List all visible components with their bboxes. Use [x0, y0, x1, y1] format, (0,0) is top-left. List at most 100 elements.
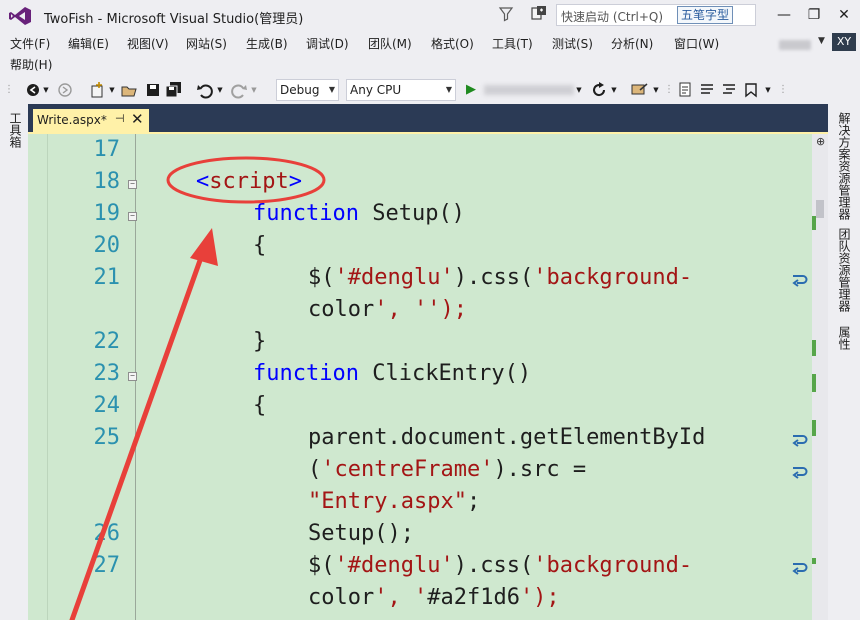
word-wrap-icon [792, 435, 808, 447]
start-target-label[interactable] [484, 85, 574, 95]
navigate-forward-icon[interactable] [56, 80, 74, 100]
menu-test[interactable]: 测试(S) [552, 35, 593, 52]
tab-write-aspx[interactable]: Write.aspx* ⊣ ✕ [33, 109, 149, 132]
toolbar-grip-icon[interactable]: ⋮ [664, 80, 674, 100]
code-line[interactable]: $('#denglu').css('background- [308, 262, 692, 294]
configuration-value: Debug [280, 83, 320, 97]
quick-launch-placeholder: 快速启动 (Ctrl+Q) [561, 10, 664, 24]
editor-frame: Write.aspx* ⊣ ✕ 17 18 19 20 21 22 23 24 … [28, 104, 828, 620]
line-number: 17 [93, 137, 121, 162]
menu-build[interactable]: 生成(B) [246, 35, 288, 52]
chevron-down-icon[interactable]: ▼ [575, 80, 583, 100]
code-line[interactable]: function Setup() [253, 198, 465, 230]
code-line[interactable]: } [253, 326, 266, 358]
code-line[interactable]: "Entry.aspx"; [308, 486, 480, 518]
undo-icon[interactable] [196, 80, 214, 100]
menu-file[interactable]: 文件(F) [10, 35, 50, 52]
line-number: 18 [93, 169, 121, 194]
menu-help[interactable]: 帮助(H) [10, 56, 52, 73]
menu-website[interactable]: 网站(S) [186, 35, 227, 52]
avatar[interactable]: XY [832, 33, 856, 51]
start-debugging-icon[interactable]: ▶ [464, 80, 478, 100]
change-marker [812, 420, 816, 436]
save-all-icon[interactable] [164, 80, 184, 100]
pin-icon[interactable]: ⊣ [115, 112, 125, 125]
code-line[interactable]: Setup(); [308, 518, 414, 550]
code-line[interactable]: { [253, 230, 266, 262]
bookmark-icon[interactable] [742, 80, 760, 100]
code-line[interactable]: color', '#a2f1d6'); [308, 582, 560, 614]
vertical-scrollbar[interactable]: ⊕ [812, 134, 828, 620]
chevron-down-icon[interactable]: ▼ [610, 80, 618, 100]
solution-explorer-tab[interactable]: 解决方案资源管理器 [836, 112, 853, 220]
solution-platform-select[interactable]: Any CPU ▼ [346, 79, 456, 101]
line-number: 25 [93, 425, 121, 450]
refresh-icon[interactable] [590, 80, 608, 100]
account-name[interactable] [779, 40, 811, 50]
scrollbar-thumb[interactable] [816, 200, 824, 218]
menu-analyze[interactable]: 分析(N) [611, 35, 653, 52]
browser-link-icon[interactable] [630, 80, 650, 100]
menu-view[interactable]: 视图(V) [127, 35, 169, 52]
chevron-down-icon[interactable]: ▼ [250, 80, 258, 100]
redo-icon[interactable] [230, 80, 248, 100]
line-number: 19 [93, 201, 121, 226]
quick-launch-input[interactable]: 快速启动 (Ctrl+Q) 五笔字型 [556, 4, 756, 26]
code-line[interactable]: parent.document.getElementById [308, 422, 705, 454]
menu-bar: 文件(F) 编辑(E) 视图(V) 网站(S) 生成(B) 调试(D) 团队(M… [0, 32, 860, 74]
line-number: 26 [93, 521, 121, 546]
line-number: 22 [93, 329, 121, 354]
open-file-icon[interactable] [120, 80, 138, 100]
menu-edit[interactable]: 编辑(E) [68, 35, 109, 52]
chevron-down-icon[interactable]: ▼ [764, 80, 772, 100]
chevron-down-icon[interactable]: ▼ [108, 80, 116, 100]
chevron-down-icon[interactable]: ▼ [42, 80, 50, 100]
new-project-icon[interactable] [88, 80, 106, 100]
save-icon[interactable] [144, 80, 162, 100]
indicator-margin[interactable] [28, 134, 48, 620]
left-tool-strip: 工具箱 [0, 104, 28, 620]
filter-icon[interactable] [498, 6, 514, 22]
menu-team[interactable]: 团队(M) [368, 35, 412, 52]
menu-tools[interactable]: 工具(T) [492, 35, 533, 52]
toolbox-tab[interactable]: 工具箱 [7, 112, 24, 148]
standard-toolbar: ⋮ ▼ ▼ ▼ ▼ Debug ▼ Any CPU ▼ ▶ ▼ ▼ ▼ ⋮ ▼ … [0, 76, 860, 104]
chevron-down-icon[interactable]: ▼ [652, 80, 660, 100]
menu-window[interactable]: 窗口(W) [674, 35, 719, 52]
change-marker [812, 558, 816, 564]
tab-label: Write.aspx* [37, 113, 107, 127]
visual-studio-logo-icon [9, 7, 31, 25]
minimize-button[interactable]: — [772, 4, 796, 26]
menu-format[interactable]: 格式(O) [431, 35, 474, 52]
menu-debug[interactable]: 调试(D) [306, 35, 349, 52]
split-icon[interactable]: ⊕ [816, 136, 825, 147]
toolbar-grip-icon[interactable]: ⋮ [778, 80, 788, 100]
collapse-icon[interactable]: − [128, 180, 137, 189]
code-line[interactable]: ('centreFrame').src = [308, 454, 586, 486]
code-line[interactable]: <script> [196, 166, 302, 198]
collapse-icon[interactable]: − [128, 372, 137, 381]
notification-icon[interactable] [530, 5, 548, 23]
code-line[interactable]: function ClickEntry() [253, 358, 531, 390]
close-icon[interactable]: ✕ [131, 110, 144, 128]
chevron-down-icon[interactable]: ▼ [818, 36, 825, 46]
team-explorer-tab[interactable]: 团队资源管理器 [836, 228, 853, 312]
solution-configuration-select[interactable]: Debug ▼ [276, 79, 339, 101]
chevron-down-icon[interactable]: ▼ [216, 80, 224, 100]
document-outline-icon[interactable] [676, 80, 694, 100]
code-line[interactable]: $('#denglu').css('background- [308, 550, 692, 582]
code-line[interactable]: { [253, 390, 266, 422]
comment-lines-icon[interactable] [698, 80, 716, 100]
ime-indicator[interactable]: 五笔字型 [677, 6, 734, 24]
restore-button[interactable]: ❐ [802, 4, 826, 26]
navigate-back-icon[interactable] [24, 80, 42, 100]
document-tab-well: Write.aspx* ⊣ ✕ [28, 104, 828, 132]
toolbar-grip-icon[interactable]: ⋮ [4, 80, 14, 100]
properties-tab[interactable]: 属性 [836, 326, 853, 350]
code-line[interactable]: color', ''); [308, 294, 467, 326]
close-window-button[interactable]: ✕ [832, 4, 856, 26]
uncomment-lines-icon[interactable] [720, 80, 738, 100]
collapse-icon[interactable]: − [128, 212, 137, 221]
word-wrap-icon [792, 563, 808, 575]
code-editor[interactable]: 17 18 19 20 21 22 23 24 25 26 27 − − − <… [28, 134, 812, 620]
